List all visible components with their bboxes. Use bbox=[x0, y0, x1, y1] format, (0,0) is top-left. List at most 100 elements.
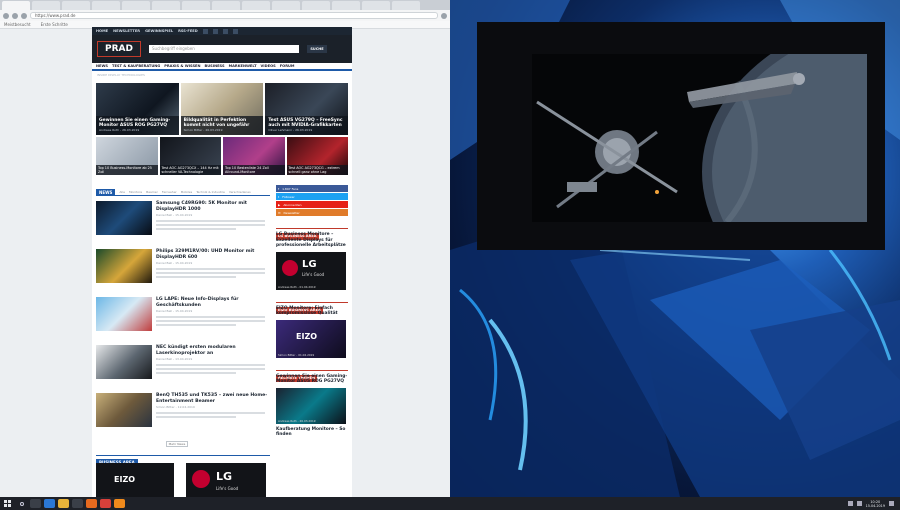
news-tab[interactable]: Mobiles bbox=[181, 190, 192, 194]
menu-icon[interactable] bbox=[441, 12, 447, 19]
mini-tile[interactable]: Test AOC AG273QCG – extrem schnell ganz … bbox=[286, 137, 348, 175]
hero-tile[interactable]: Bildqualität in Perfektion kommt nicht v… bbox=[180, 83, 264, 135]
eizo-tile[interactable]: EIZO bbox=[96, 463, 174, 497]
news-tab[interactable]: Beamer bbox=[146, 190, 158, 194]
bookmark-item[interactable]: Erste Schritte bbox=[41, 21, 68, 28]
edge-icon[interactable] bbox=[44, 499, 55, 508]
browser-tab[interactable] bbox=[92, 1, 120, 10]
browser-tab[interactable] bbox=[332, 1, 360, 10]
news-item[interactable]: Philips 329M1RV/00: UHD Monitor mit Disp… bbox=[96, 249, 270, 297]
news-tab[interactable]: Monitore bbox=[129, 190, 142, 194]
address-bar[interactable]: https://www.prad.de bbox=[30, 12, 438, 19]
volume-icon[interactable] bbox=[856, 501, 862, 506]
social-facebook[interactable]: f 1.897 Fans bbox=[276, 185, 348, 192]
top-link-newsletter[interactable]: NEWSLETTER bbox=[113, 29, 140, 33]
lg-business-ad[interactable]: LG Life's Good Andreas Roth - 01.04.2019 bbox=[276, 251, 346, 290]
news-tab[interactable]: Technik & Industrie bbox=[196, 190, 225, 194]
side-article-title[interactable]: Kaufberatung Monitore – So finden bbox=[276, 427, 348, 438]
browser-tab[interactable] bbox=[122, 1, 150, 10]
news-thumbnail[interactable] bbox=[96, 201, 152, 235]
clock[interactable]: 10:20 15.04.2019 bbox=[866, 500, 885, 508]
browser-tab[interactable] bbox=[32, 1, 60, 10]
browser-tab[interactable] bbox=[212, 1, 240, 10]
firefox-icon[interactable] bbox=[86, 499, 97, 508]
video-player[interactable] bbox=[477, 22, 885, 250]
menu-item-news[interactable]: NEWS bbox=[96, 64, 108, 68]
menu-item-praxis[interactable]: PRAXIS & WISSEN bbox=[164, 64, 200, 68]
news-tab[interactable]: Fernseher bbox=[162, 190, 177, 194]
browser-tab[interactable] bbox=[272, 1, 300, 10]
browser-tab[interactable] bbox=[302, 1, 330, 10]
browser-tab[interactable] bbox=[2, 1, 30, 10]
news-item[interactable]: LG LAPE: Neue Info-Displays für Geschäft… bbox=[96, 297, 270, 345]
browser-tab[interactable] bbox=[242, 1, 270, 10]
rss-icon[interactable] bbox=[232, 28, 238, 34]
hero-tile[interactable]: Gewinnen Sie einen Gaming-Monitor ASUS R… bbox=[96, 83, 179, 135]
news-item[interactable]: Samsung C49RG90: 5K Monitor mit DisplayH… bbox=[96, 201, 270, 249]
search-icon[interactable] bbox=[20, 501, 24, 506]
menu-item-business[interactable]: BUSINESS bbox=[205, 64, 225, 68]
news-thumbnail[interactable] bbox=[96, 297, 152, 331]
news-label: NEWS bbox=[96, 188, 116, 196]
logo-tagline: INSIDE DISPLAY TECHNOLOGIES bbox=[97, 73, 145, 77]
site-logo[interactable]: PRAD bbox=[97, 41, 141, 57]
social-twitter[interactable]: t Follower bbox=[276, 193, 348, 200]
popular-topic-image[interactable]: Andreas Roth - 26.03.2019 bbox=[276, 387, 346, 424]
menu-item-test[interactable]: TEST & KAUFBERATUNG bbox=[112, 64, 160, 68]
more-news-button[interactable]: Mehr News bbox=[166, 441, 188, 447]
mini-tile[interactable]: Test AOC AG273QCX – 144 Hz mit schneller… bbox=[159, 137, 221, 175]
browser-tab[interactable] bbox=[182, 1, 210, 10]
lg-tile[interactable]: LG Life's Good bbox=[186, 463, 266, 497]
menu-item-forum[interactable]: FORUM bbox=[280, 64, 295, 68]
site-search-button[interactable]: SUCHE bbox=[307, 45, 327, 53]
hero-tile[interactable]: Test ASUS VG279Q – FreeSync auch mit NVI… bbox=[265, 83, 348, 135]
side-article-title[interactable]: Gewinnen Sie einen Gaming-Monitor ASUS R… bbox=[276, 374, 348, 385]
network-icon[interactable] bbox=[847, 501, 853, 506]
mini-tile[interactable]: Top 10 Business-Monitore ab 25 Zoll bbox=[96, 137, 158, 175]
mini-tile[interactable]: Top 10 Bestenliste 24 Zoll Allround-Moni… bbox=[223, 137, 285, 175]
twitter-icon[interactable] bbox=[212, 28, 218, 34]
browser-tab[interactable] bbox=[152, 1, 180, 10]
menu-item-markenwelt[interactable]: MARKENWELT bbox=[229, 64, 257, 68]
menu-item-videos[interactable]: VIDEOS bbox=[261, 64, 276, 68]
facebook-icon[interactable] bbox=[202, 28, 208, 34]
top-link-rss[interactable]: RSS-FEED bbox=[178, 29, 198, 33]
social-youtube[interactable]: ▶ Abonnenten bbox=[276, 201, 348, 208]
back-icon[interactable] bbox=[3, 12, 9, 19]
news-header: NEWS Alle Monitore Beamer Fernseher Mobi… bbox=[96, 188, 270, 196]
mini-grid: Top 10 Business-Monitore ab 25 Zoll Test… bbox=[96, 137, 348, 175]
side-section-header: BELIEBTE THEMEN bbox=[276, 364, 348, 382]
task-view-icon[interactable] bbox=[30, 499, 41, 508]
top-link-gewinnspiel[interactable]: GEWINNSPIEL bbox=[145, 29, 173, 33]
browser-tab[interactable] bbox=[62, 1, 90, 10]
news-thumbnail[interactable] bbox=[96, 345, 152, 379]
explorer-icon[interactable] bbox=[58, 499, 69, 508]
news-tab[interactable]: Verschiedenes bbox=[229, 190, 251, 194]
site-top-bar: HOME NEWSLETTER GEWINNSPIEL RSS-FEED bbox=[92, 27, 352, 35]
taskbar: 10:20 15.04.2019 bbox=[0, 497, 900, 510]
news-thumbnail[interactable] bbox=[96, 393, 152, 427]
notification-icon[interactable] bbox=[889, 501, 894, 506]
start-button[interactable] bbox=[0, 497, 14, 510]
top-link-home[interactable]: HOME bbox=[96, 29, 108, 33]
eizo-business-ad[interactable]: EIZO Simon Bitter - 01.04.2019 bbox=[276, 319, 346, 358]
forward-icon[interactable] bbox=[12, 12, 18, 19]
chrome-icon[interactable] bbox=[100, 499, 111, 508]
news-tab[interactable]: Alle bbox=[119, 190, 125, 194]
browser-tab[interactable] bbox=[392, 1, 420, 10]
bookmark-item[interactable]: Meistbesucht bbox=[4, 21, 31, 28]
side-article-title[interactable]: EIZO Monitore: Einfach kompromisslose Qu… bbox=[276, 306, 348, 317]
site-search-input[interactable]: Suchbegriff eingeben bbox=[149, 45, 299, 53]
news-item[interactable]: NEC kündigt ersten modularen Laserkinopr… bbox=[96, 345, 270, 393]
reload-icon[interactable] bbox=[21, 12, 27, 19]
windows-icon bbox=[3, 500, 11, 507]
youtube-icon[interactable] bbox=[222, 28, 228, 34]
browser-tab[interactable] bbox=[362, 1, 390, 10]
news-thumbnail[interactable] bbox=[96, 249, 152, 283]
side-article-title[interactable]: LG Business Monitore – Exzellente Displa… bbox=[276, 232, 348, 249]
side-section-header: EIZO BUSINESS AREA bbox=[276, 296, 348, 314]
social-newsletter[interactable]: ✉ Newsletter bbox=[276, 209, 348, 216]
store-icon[interactable] bbox=[72, 499, 83, 508]
news-item[interactable]: BenQ TH535 und TK535 – zwei neue Home-En… bbox=[96, 393, 270, 441]
media-player-icon[interactable] bbox=[114, 499, 125, 508]
